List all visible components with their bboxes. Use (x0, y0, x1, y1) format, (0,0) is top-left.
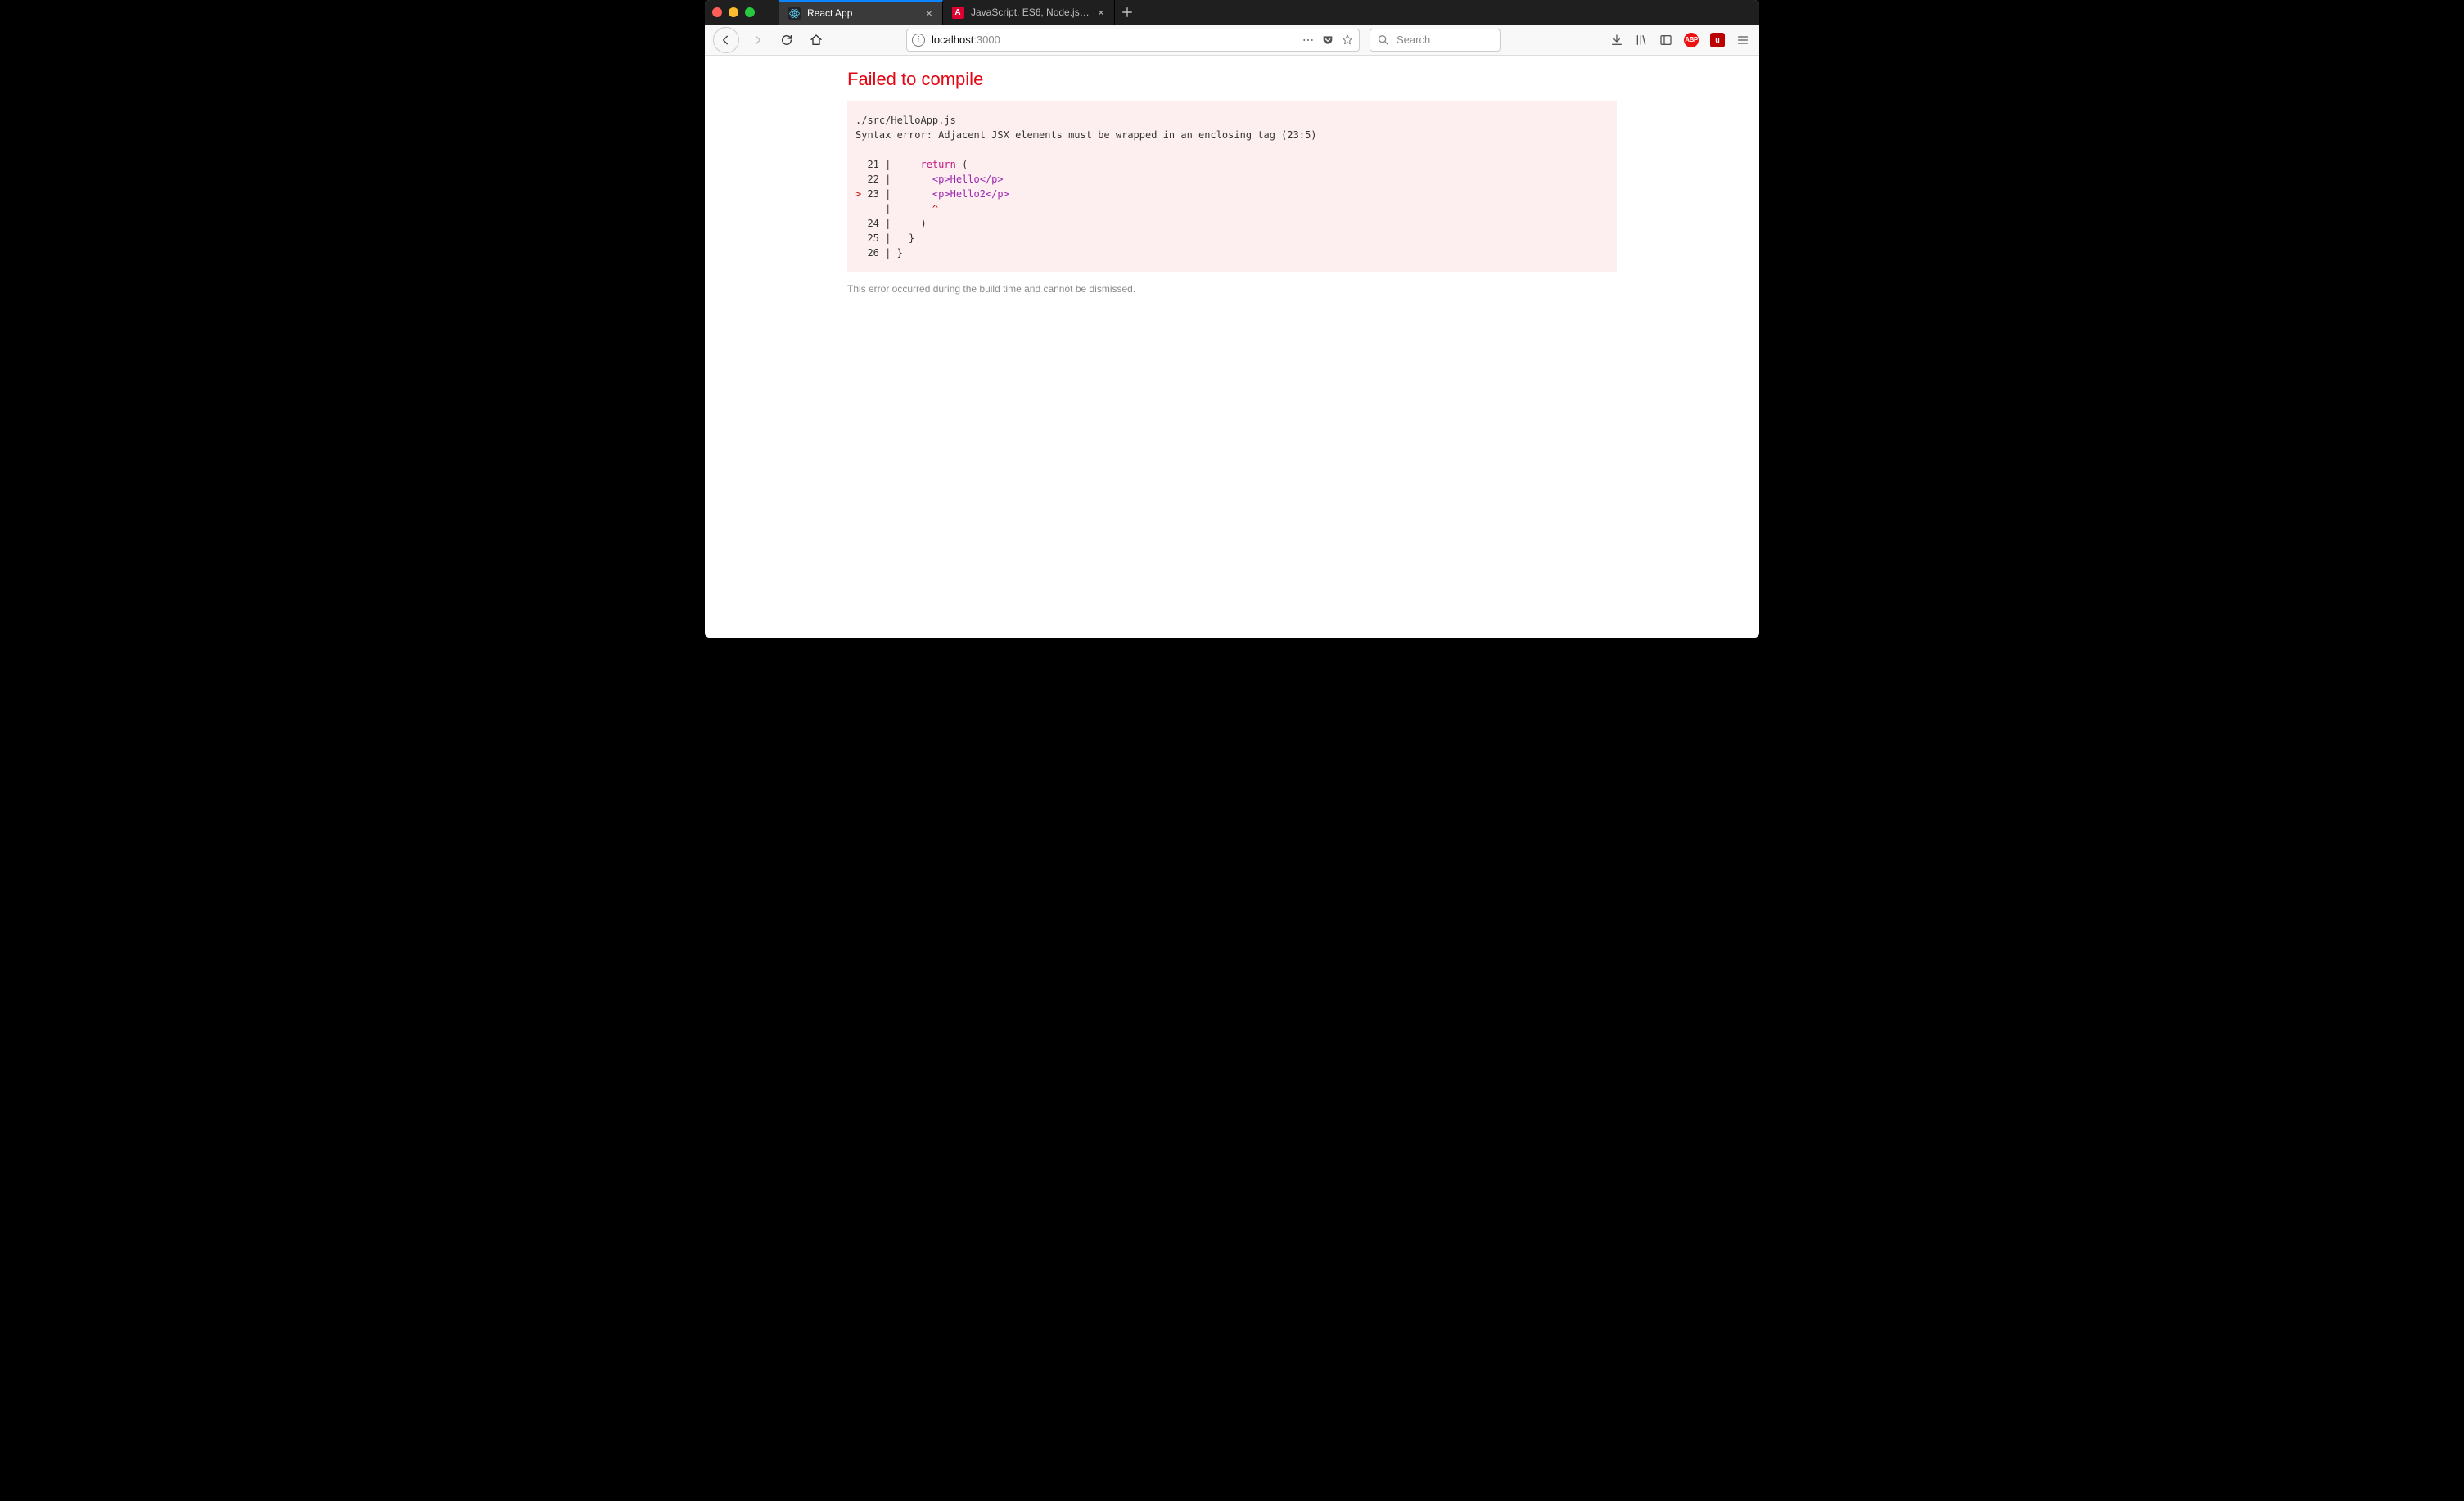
react-favicon-icon (787, 7, 801, 20)
error-title: Failed to compile (847, 65, 1617, 101)
new-tab-button[interactable] (1115, 0, 1139, 25)
pocket-icon[interactable] (1321, 34, 1334, 47)
angular-favicon-icon: A (951, 6, 964, 19)
tab-strip: React App × A JavaScript, ES6, Node.js, … (705, 0, 1759, 25)
tab-angular[interactable]: A JavaScript, ES6, Node.js, Angu × (943, 0, 1115, 25)
toolbar-right: ABP u (1610, 33, 1751, 47)
forward-button[interactable] (746, 29, 769, 52)
bookmark-star-icon[interactable] (1341, 34, 1354, 47)
address-bar[interactable]: i localhost:3000 (906, 29, 1360, 52)
tab-title: React App (807, 7, 918, 19)
tab-title: JavaScript, ES6, Node.js, Angu (971, 7, 1090, 18)
tab-react-app[interactable]: React App × (779, 0, 943, 25)
browser-toolbar: i localhost:3000 Search (705, 25, 1759, 56)
downloads-icon[interactable] (1610, 34, 1623, 47)
ublock-icon[interactable]: u (1710, 33, 1725, 47)
reload-button[interactable] (775, 29, 798, 52)
adblock-plus-icon[interactable]: ABP (1684, 33, 1699, 47)
error-footer-note: This error occurred during the build tim… (847, 272, 1617, 295)
tab-close-icon[interactable]: × (924, 7, 934, 20)
browser-window: React App × A JavaScript, ES6, Node.js, … (705, 0, 1759, 638)
window-minimize-button[interactable] (729, 7, 738, 17)
window-controls (712, 7, 779, 17)
react-error-overlay: Failed to compile ./src/HelloApp.js Synt… (847, 56, 1617, 295)
window-close-button[interactable] (712, 7, 722, 17)
window-maximize-button[interactable] (745, 7, 755, 17)
library-icon[interactable] (1635, 34, 1648, 47)
home-button[interactable] (805, 29, 828, 52)
site-info-icon[interactable]: i (912, 34, 925, 47)
page-viewport: Failed to compile ./src/HelloApp.js Synt… (705, 56, 1759, 638)
back-button[interactable] (713, 27, 739, 53)
url-text: localhost:3000 (932, 34, 1000, 46)
search-bar[interactable]: Search (1370, 29, 1501, 52)
menu-icon[interactable] (1736, 34, 1749, 47)
search-placeholder: Search (1397, 34, 1430, 46)
page-actions-icon[interactable] (1302, 34, 1315, 47)
tab-close-icon[interactable]: × (1096, 6, 1106, 19)
search-icon (1377, 34, 1390, 47)
error-code-block: ./src/HelloApp.js Syntax error: Adjacent… (847, 101, 1617, 272)
sidebar-icon[interactable] (1659, 34, 1672, 47)
